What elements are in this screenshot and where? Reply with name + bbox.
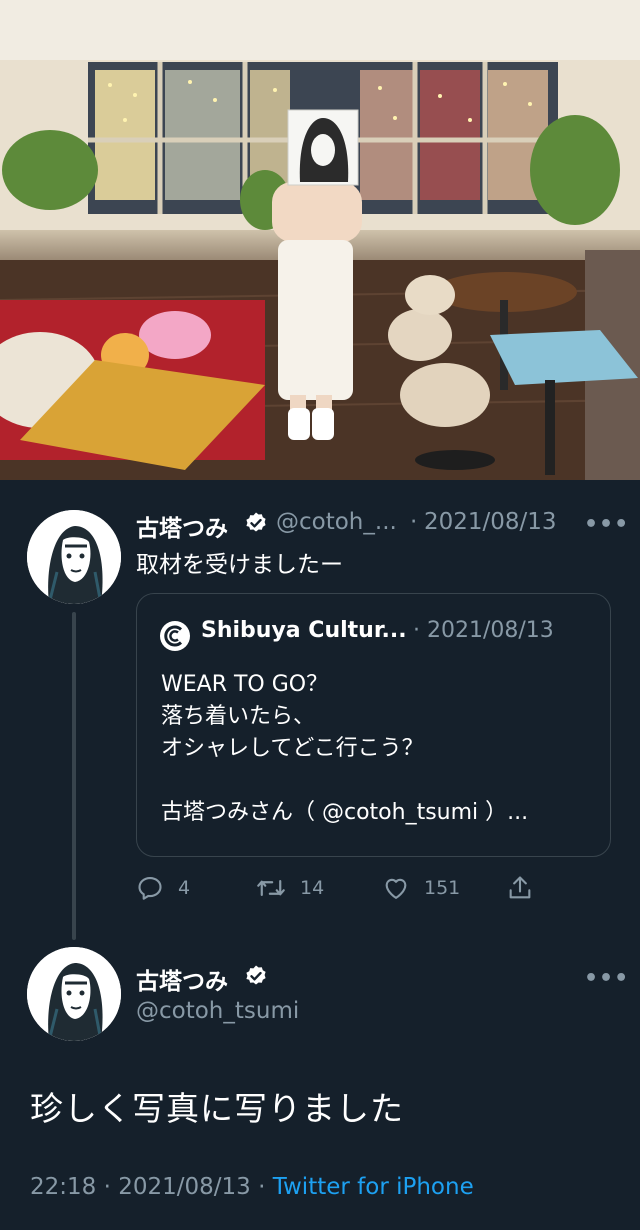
thread-connector-line (72, 612, 76, 940)
reply-icon (138, 877, 162, 900)
avatar-portrait-icon (27, 947, 121, 1041)
shibuya-culture-logo-icon (160, 621, 190, 651)
quoted-tweet-card[interactable]: Shibuya Cultur... · 2021/08/13 WEAR TO G… (136, 593, 611, 857)
reply-count: 4 (178, 877, 191, 899)
author-handle[interactable]: @cotoh_... (276, 509, 397, 535)
verified-badge-icon (246, 512, 266, 532)
tweet-date[interactable]: 2021/08/13 (424, 509, 557, 535)
reply-button[interactable]: 4 (136, 872, 190, 904)
like-count: 151 (424, 877, 461, 899)
author-handle[interactable]: @cotoh_tsumi (136, 998, 299, 1024)
quoted-text-line-5: 古塔つみさん（ @cotoh_tsumi ）... (161, 800, 529, 825)
avatar-portrait-icon (27, 510, 121, 604)
verified-badge-icon (246, 965, 266, 985)
retweet-button[interactable]: 14 (256, 872, 324, 904)
tweet-text: 取材を受けましたー (136, 552, 343, 578)
retweet-icon (257, 879, 285, 897)
meta-separator: · (103, 1174, 111, 1200)
quoted-text-line-3: オシャレしてどこ行こう？ (161, 736, 424, 761)
heart-icon (385, 878, 407, 899)
tweet-meta: 22:18 · 2021/08/13 · Twitter for iPhone (30, 1174, 474, 1200)
cafe-photo-illustration (0, 0, 640, 480)
share-icon (509, 876, 531, 899)
separator-dot: · (410, 509, 418, 535)
avatar[interactable] (27, 947, 121, 1041)
quoted-separator-dot: · (413, 618, 420, 643)
more-options-button[interactable]: ••• (584, 512, 629, 537)
tweet-date: 2021/08/13 (118, 1174, 251, 1200)
like-button[interactable]: 151 (382, 872, 460, 904)
quoted-date: 2021/08/13 (427, 618, 554, 643)
tweet-time: 22:18 (30, 1174, 97, 1200)
quoted-text-line-1: WEAR TO GO？ (161, 672, 329, 697)
meta-separator: · (258, 1174, 266, 1200)
quoted-text-line-2: 落ち着いたら、 (161, 704, 316, 729)
author-name[interactable]: 古塔つみ (136, 509, 228, 543)
more-options-button[interactable]: ••• (584, 966, 629, 991)
author-name[interactable]: 古塔つみ (136, 962, 228, 996)
share-button[interactable] (506, 872, 534, 904)
quoted-author-name: Shibuya Cultur... (201, 618, 407, 643)
tweet-photo[interactable] (0, 0, 640, 480)
avatar[interactable] (27, 510, 121, 604)
tweet-source-link[interactable]: Twitter for iPhone (273, 1174, 474, 1200)
retweet-count: 14 (300, 877, 325, 899)
tweet-text: 珍しく写真に写りました (30, 1089, 404, 1128)
